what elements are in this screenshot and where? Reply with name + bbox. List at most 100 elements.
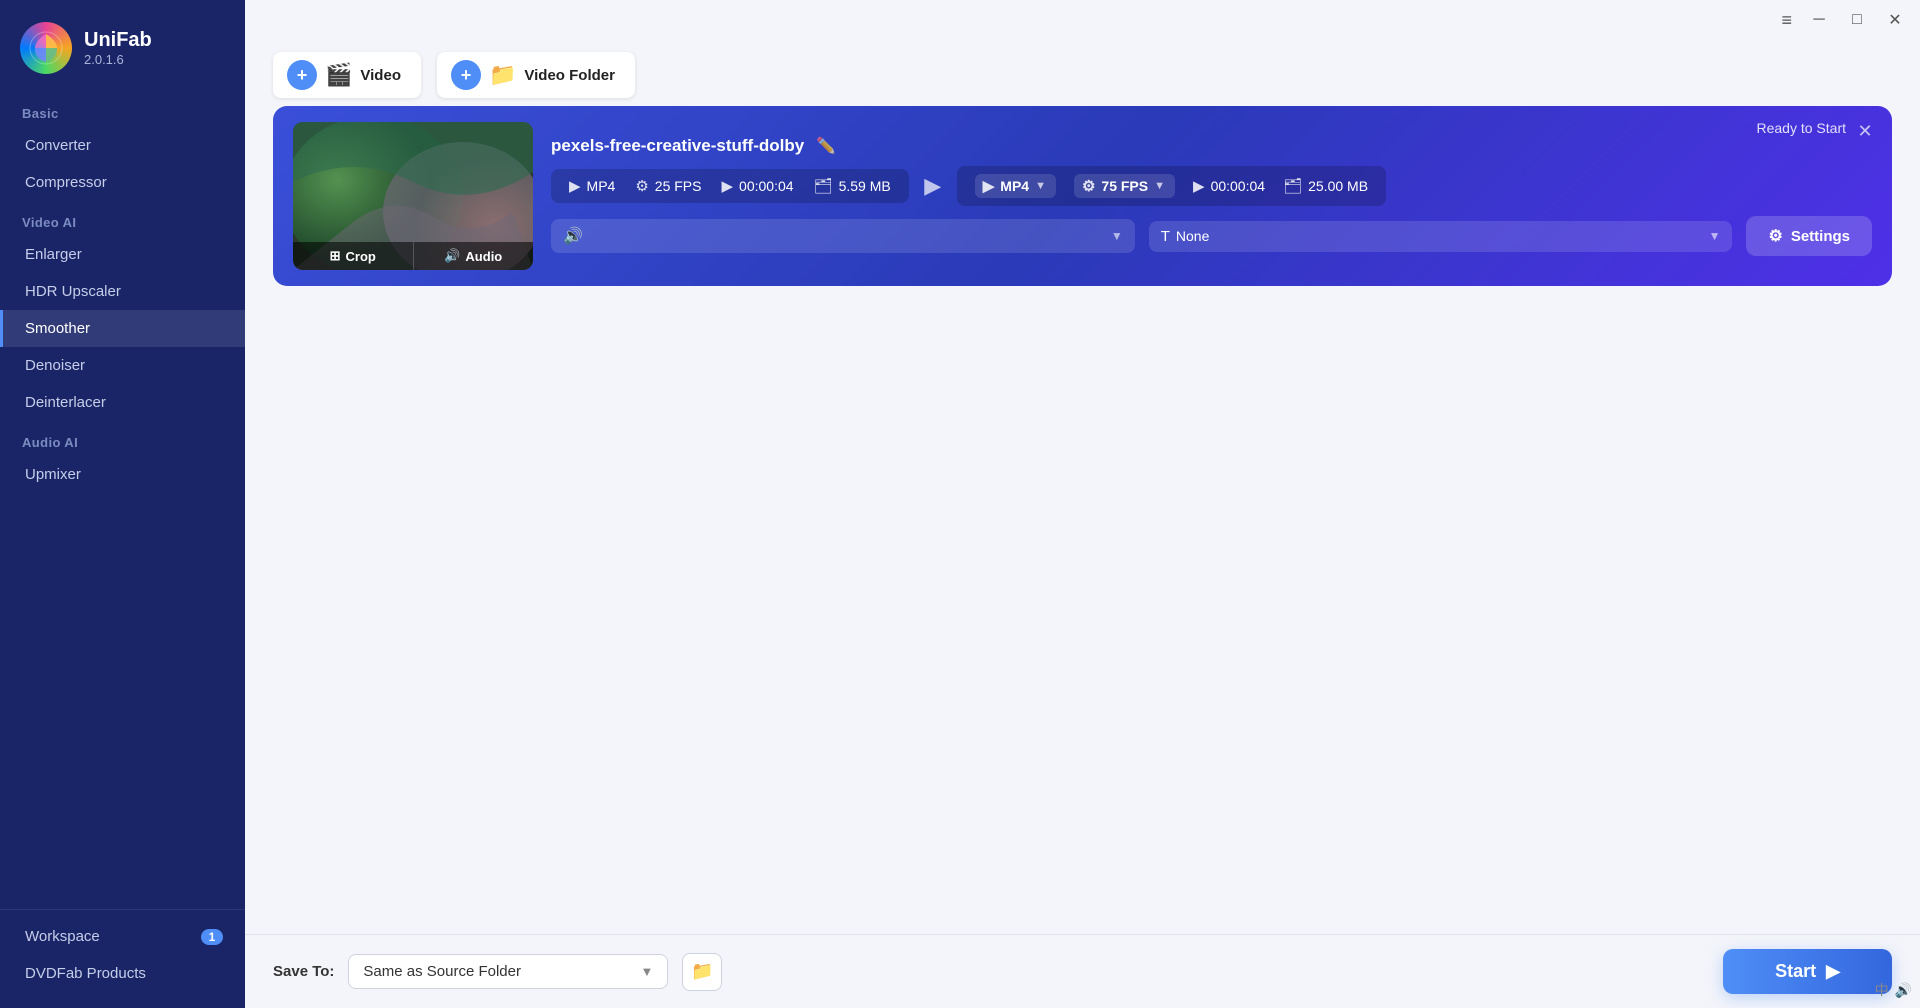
duration-icon: ▶: [722, 177, 734, 195]
video-controls-row: 🔊 ▼ T None ▼ ⚙ Settings: [551, 216, 1872, 256]
workspace-badge: 1: [201, 929, 223, 945]
start-arrow-icon: ▶: [1826, 961, 1840, 982]
source-size-item: 🗂 5.59 MB: [814, 177, 891, 195]
sidebar-item-converter-label: Converter: [25, 137, 91, 154]
sidebar-item-workspace[interactable]: Workspace 1: [0, 918, 245, 955]
app-name: UniFab: [84, 29, 152, 52]
source-fps: 25 FPS: [655, 178, 702, 194]
dest-fps-arrow: ▼: [1154, 180, 1165, 192]
settings-button[interactable]: ⚙ Settings: [1746, 216, 1872, 256]
sidebar-divider: [0, 909, 245, 910]
sidebar-item-enlarger-label: Enlarger: [25, 246, 82, 263]
toolbar: + 🎬 Video + 📁 Video Folder: [245, 40, 1920, 106]
browse-folder-icon: 📁: [691, 961, 713, 982]
sidebar-item-upmixer[interactable]: Upmixer: [0, 456, 245, 493]
sidebar-item-enlarger[interactable]: Enlarger: [0, 236, 245, 273]
close-button[interactable]: ✕: [1884, 9, 1906, 31]
maximize-button[interactable]: □: [1846, 9, 1868, 31]
titlebar: ≡ ─ □ ✕: [245, 0, 1920, 40]
ready-label: Ready to Start: [1757, 120, 1847, 136]
subtitle-select-arrow: ▼: [1709, 229, 1721, 243]
subtitle-icon: T: [1161, 228, 1170, 245]
source-size: 5.59 MB: [839, 178, 891, 194]
source-format-item: ▶ MP4: [569, 177, 615, 195]
hamburger-button[interactable]: ≡: [1781, 10, 1792, 31]
sidebar-item-smoother[interactable]: Smoother: [0, 310, 245, 347]
video-ai-section-label: Video AI: [0, 201, 245, 236]
sidebar-bottom: Workspace 1 DVDFab Products: [0, 901, 245, 992]
app-logo: [20, 22, 72, 74]
video-folder-icon: 🎬: [325, 64, 352, 86]
video-card: Ready to Start ✕: [273, 106, 1892, 286]
sidebar-item-smoother-label: Smoother: [25, 320, 90, 337]
start-label: Start: [1775, 961, 1816, 982]
add-video-folder-button[interactable]: + 📁 Video Folder: [437, 52, 635, 98]
dest-format-arrow: ▼: [1035, 180, 1046, 192]
source-duration: 00:00:04: [739, 178, 794, 194]
audio-track-select[interactable]: 🔊 ▼: [551, 219, 1135, 253]
arrow-divider: ▶: [909, 173, 957, 199]
subtitle-label: None: [1176, 228, 1209, 244]
logo-area: UniFab 2.0.1.6: [0, 0, 245, 92]
app-version: 2.0.1.6: [84, 52, 152, 67]
video-info: pexels-free-creative-stuff-dolby ✏️ ▶ MP…: [551, 136, 1872, 256]
sidebar-item-dvdfab[interactable]: DVDFab Products: [0, 955, 245, 992]
dest-play-icon: ▶: [983, 177, 995, 195]
add-video-folder-label: Video Folder: [524, 67, 615, 84]
add-folder-plus-icon: +: [451, 60, 481, 90]
play-icon: ▶: [569, 177, 581, 195]
sidebar: UniFab 2.0.1.6 Basic Converter Compresso…: [0, 0, 245, 1008]
start-button[interactable]: Start ▶: [1723, 949, 1892, 994]
sidebar-item-hdr-upscaler[interactable]: HDR Upscaler: [0, 273, 245, 310]
settings-gear-icon: ⚙: [1768, 226, 1782, 246]
save-to-dropdown-arrow: ▼: [641, 964, 654, 979]
save-to-label: Save To:: [273, 963, 334, 980]
settings-label: Settings: [1791, 228, 1850, 245]
sidebar-item-deinterlacer-label: Deinterlacer: [25, 394, 106, 411]
source-format: MP4: [587, 178, 616, 194]
main-area: ≡ ─ □ ✕ + 🎬 Video + 📁 Video Folder Ready…: [245, 0, 1920, 1008]
basic-section-label: Basic: [0, 92, 245, 127]
dest-fps-icon: ⚙: [1082, 177, 1095, 195]
sidebar-item-upmixer-label: Upmixer: [25, 466, 81, 483]
audio-select-arrow: ▼: [1111, 229, 1123, 243]
logo-text: UniFab 2.0.1.6: [84, 29, 152, 67]
subtitle-select[interactable]: T None ▼: [1149, 221, 1733, 252]
sidebar-item-denoiser[interactable]: Denoiser: [0, 347, 245, 384]
dest-format-select[interactable]: ▶ MP4 ▼: [975, 174, 1056, 198]
system-tray: 中 🔊: [1875, 980, 1912, 1000]
dest-fps-select[interactable]: ⚙ 75 FPS ▼: [1074, 174, 1175, 198]
audio-button[interactable]: 🔊 Audio: [414, 242, 534, 270]
sidebar-item-denoiser-label: Denoiser: [25, 357, 85, 374]
sidebar-item-compressor[interactable]: Compressor: [0, 164, 245, 201]
sidebar-item-compressor-label: Compressor: [25, 174, 107, 191]
thumbnail-controls: ⊞ Crop 🔊 Audio: [293, 242, 533, 270]
video-meta-row: ▶ MP4 ⚙ 25 FPS ▶ 00:00:04 🗂: [551, 166, 1872, 206]
dest-duration: 00:00:04: [1211, 178, 1266, 194]
add-video-button[interactable]: + 🎬 Video: [273, 52, 421, 98]
crop-icon: ⊞: [330, 248, 341, 264]
card-close-button[interactable]: ✕: [1852, 118, 1878, 144]
fps-icon: ⚙: [635, 177, 648, 195]
folder-icon: 📁: [489, 64, 516, 86]
audio-icon: 🔊: [444, 248, 460, 264]
tray-icon-2: 🔊: [1895, 982, 1912, 999]
edit-title-icon[interactable]: ✏️: [816, 136, 836, 156]
dest-duration-item: ▶ 00:00:04: [1193, 177, 1265, 195]
sidebar-item-dvdfab-label: DVDFab Products: [25, 965, 146, 982]
audio-select-icon: 🔊: [563, 226, 583, 246]
save-to-dropdown[interactable]: Same as Source Folder ▼: [348, 954, 668, 989]
video-title: pexels-free-creative-stuff-dolby: [551, 136, 804, 156]
crop-button[interactable]: ⊞ Crop: [293, 242, 414, 270]
video-thumbnail: ⊞ Crop 🔊 Audio: [293, 122, 533, 270]
content-area: Ready to Start ✕: [245, 106, 1920, 934]
sidebar-item-deinterlacer[interactable]: Deinterlacer: [0, 384, 245, 421]
dest-size-item: 🗂 25.00 MB: [1283, 177, 1368, 195]
source-meta: ▶ MP4 ⚙ 25 FPS ▶ 00:00:04 🗂: [551, 169, 909, 203]
minimize-button[interactable]: ─: [1808, 9, 1830, 31]
sidebar-item-converter[interactable]: Converter: [0, 127, 245, 164]
browse-folder-button[interactable]: 📁: [682, 953, 722, 991]
size-icon: 🗂: [814, 177, 833, 195]
tray-icon-1: 中: [1875, 980, 1889, 1000]
save-to-option: Same as Source Folder: [363, 963, 521, 980]
